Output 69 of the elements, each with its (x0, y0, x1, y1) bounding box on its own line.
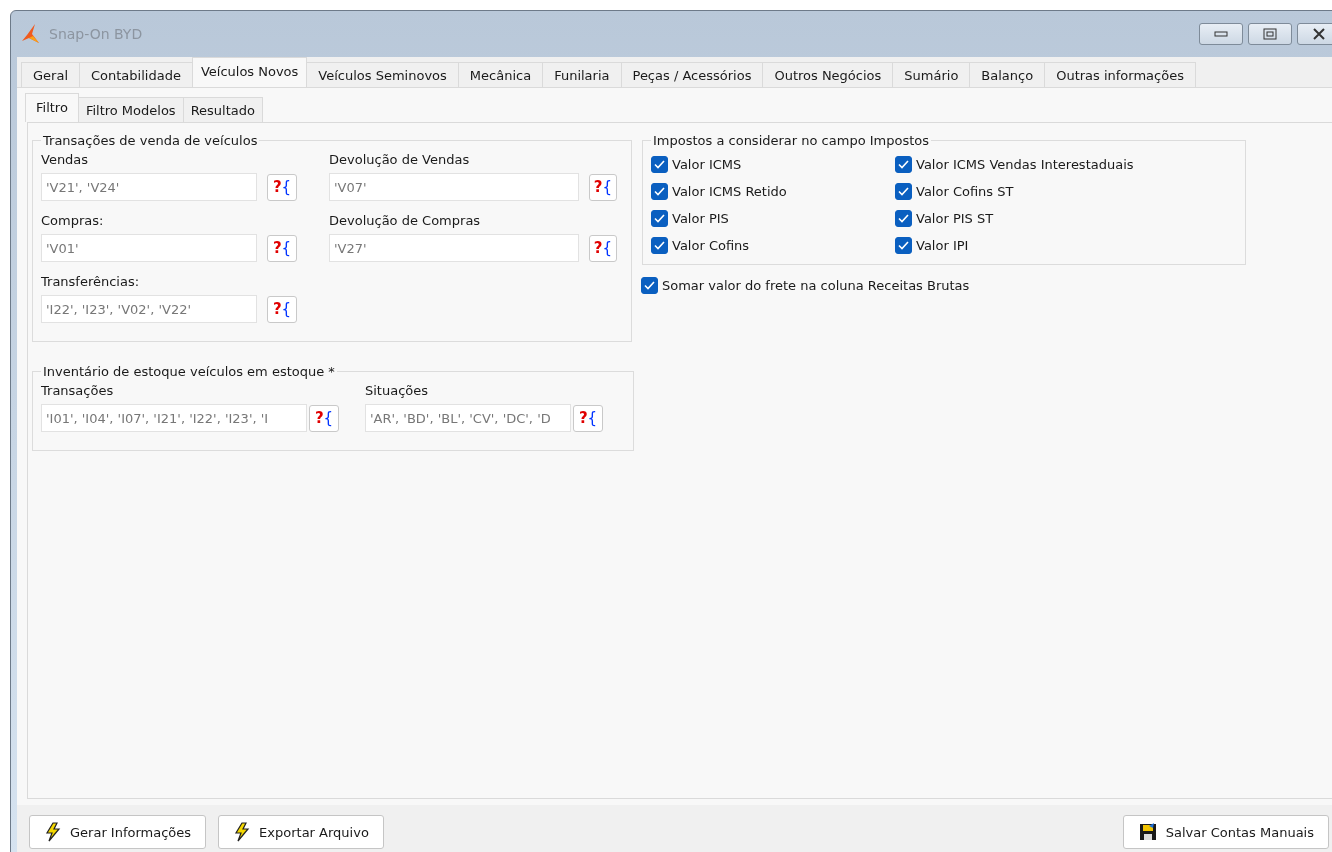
tab[interactable]: Resultado (182, 97, 263, 122)
text-field[interactable]: 'I22', 'I23', 'V02', 'V22' (41, 295, 257, 323)
checkbox-label: Valor Cofins ST (916, 184, 1014, 199)
checkbox-label: Valor PIS (672, 211, 729, 226)
check-icon (644, 281, 655, 290)
maximize-icon (1263, 28, 1277, 40)
check-icon (654, 241, 665, 250)
text-field[interactable]: 'V07' (329, 173, 579, 201)
checkbox-label: Valor ICMS Vendas Interestaduais (916, 157, 1134, 172)
close-icon (1312, 28, 1326, 40)
text-field[interactable]: 'AR', 'BD', 'BL', 'CV', 'DC', 'D (365, 404, 571, 432)
checkbox[interactable] (895, 156, 912, 173)
lightning-icon (233, 822, 252, 842)
lookup-button[interactable]: ?{ (267, 173, 297, 201)
checkbox-label: Valor Cofins (672, 238, 750, 253)
tab[interactable]: Veículos Novos (191, 57, 308, 87)
checkbox[interactable] (641, 277, 658, 294)
lookup-button[interactable]: ?{ (267, 234, 297, 262)
field-label: Devolução de Vendas (329, 151, 471, 169)
checkbox[interactable] (651, 237, 668, 254)
lookup-button[interactable]: ?{ (309, 404, 339, 432)
text-field[interactable]: 'V27' (329, 234, 579, 262)
minimize-button[interactable] (1199, 23, 1243, 45)
group-title: Transações de venda de veículos (42, 133, 259, 148)
group-title: Inventário de estoque veículos em estoque * (42, 364, 336, 379)
maximize-button[interactable] (1248, 23, 1292, 45)
action-button[interactable]: Gerar Informações (29, 815, 207, 849)
lookup-button[interactable]: ?{ (267, 295, 297, 323)
checkbox[interactable] (651, 183, 668, 200)
lookup-button[interactable]: ?{ (588, 234, 617, 262)
text-field[interactable]: 'V01' (41, 234, 257, 262)
check-icon (898, 187, 909, 196)
field-label: Devolução de Compras (329, 212, 482, 230)
field-label: Compras: (41, 212, 105, 230)
check-icon (898, 214, 909, 223)
field-label: Situações (365, 382, 430, 400)
checkbox[interactable] (651, 210, 668, 227)
check-icon (898, 160, 909, 169)
tab[interactable]: Filtro (25, 93, 79, 122)
action-button[interactable]: Exportar Arquivo (218, 815, 384, 849)
field-label: Vendas (41, 151, 90, 169)
action-button[interactable]: Salvar Contas Manuais (1122, 815, 1329, 849)
checkbox[interactable] (895, 183, 912, 200)
lookup-button[interactable]: ?{ (573, 404, 603, 432)
text-field[interactable]: 'V21', 'V24' (41, 173, 257, 201)
check-icon (654, 214, 665, 223)
checkbox-label: Valor PIS ST (916, 211, 994, 226)
tab[interactable]: Outras informações (1044, 62, 1196, 87)
lookup-button[interactable]: ?{ (588, 173, 617, 201)
text-field[interactable]: 'I01', 'I04', 'I07', 'I21', 'I22', 'I23', 'I (41, 404, 307, 432)
checkbox[interactable] (895, 237, 912, 254)
checkbox-label: Valor ICMS (672, 157, 742, 172)
close-button[interactable] (1297, 23, 1332, 45)
checkbox-label: Valor IPI (916, 238, 969, 253)
tab[interactable]: Filtro Modelos (77, 97, 184, 122)
check-icon (654, 160, 665, 169)
tab[interactable]: Geral (21, 62, 80, 87)
field-label: Transações (41, 382, 115, 400)
checkbox[interactable] (895, 210, 912, 227)
minimize-icon (1214, 31, 1228, 37)
checkbox-label: Somar valor do frete na coluna Receitas Brutas (662, 278, 970, 293)
group-title: Impostos a considerar no campo Impostos (652, 133, 931, 148)
checkbox-label: Valor ICMS Retido (672, 184, 787, 199)
field-label: Transferências: (41, 273, 141, 291)
check-icon (898, 241, 909, 250)
lightning-icon (44, 822, 62, 842)
window-title: Snap-On BYD (49, 26, 144, 42)
checkbox[interactable] (651, 156, 668, 173)
check-icon (654, 187, 665, 196)
